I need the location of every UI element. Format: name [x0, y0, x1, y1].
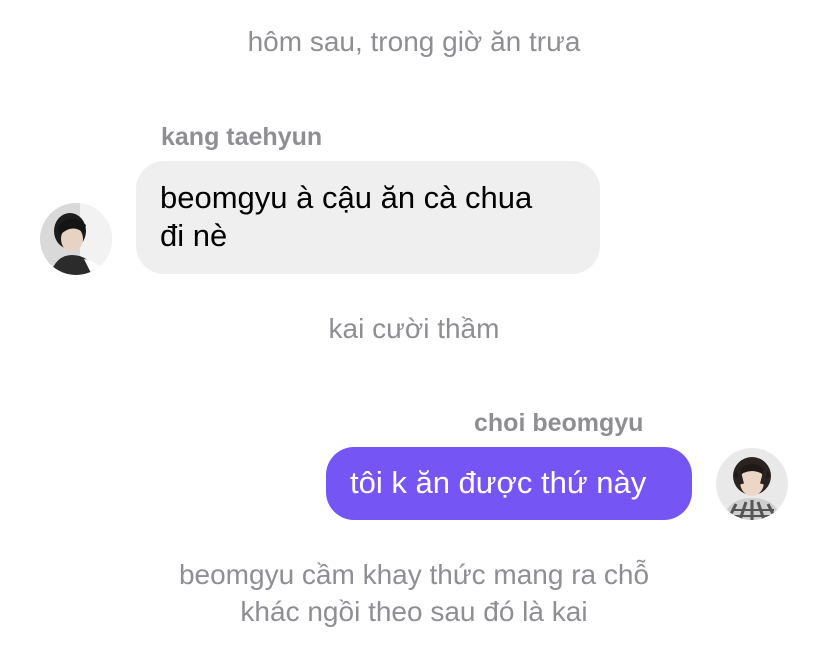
narration-text: hôm sau, trong giờ ăn trưa	[247, 26, 581, 57]
avatar-taehyun[interactable]	[40, 203, 112, 275]
message-line: đi nè	[160, 218, 228, 253]
avatar-beomgyu[interactable]	[716, 448, 788, 520]
message-line: beomgyu à cậu ăn cà chua	[160, 180, 533, 215]
message-bubble-outgoing[interactable]: tôi k ăn được thứ này	[326, 447, 692, 520]
sender-name-beomgyu: choi beomgyu	[474, 409, 644, 437]
profile-photo-icon	[40, 203, 112, 275]
profile-photo-icon	[716, 448, 788, 520]
message-line: tôi k ăn được thứ này	[350, 465, 647, 500]
sender-name-taehyun: kang taehyun	[161, 123, 323, 151]
message-bubble-incoming[interactable]: beomgyu à cậu ăn cà chua đi nè	[136, 161, 600, 274]
narration-text: khác ngồi theo sau đó là kai	[240, 596, 588, 627]
narration-text: beomgyu cầm khay thức mang ra chỗ	[178, 559, 650, 590]
narration-text: kai cười thầm	[328, 313, 500, 344]
